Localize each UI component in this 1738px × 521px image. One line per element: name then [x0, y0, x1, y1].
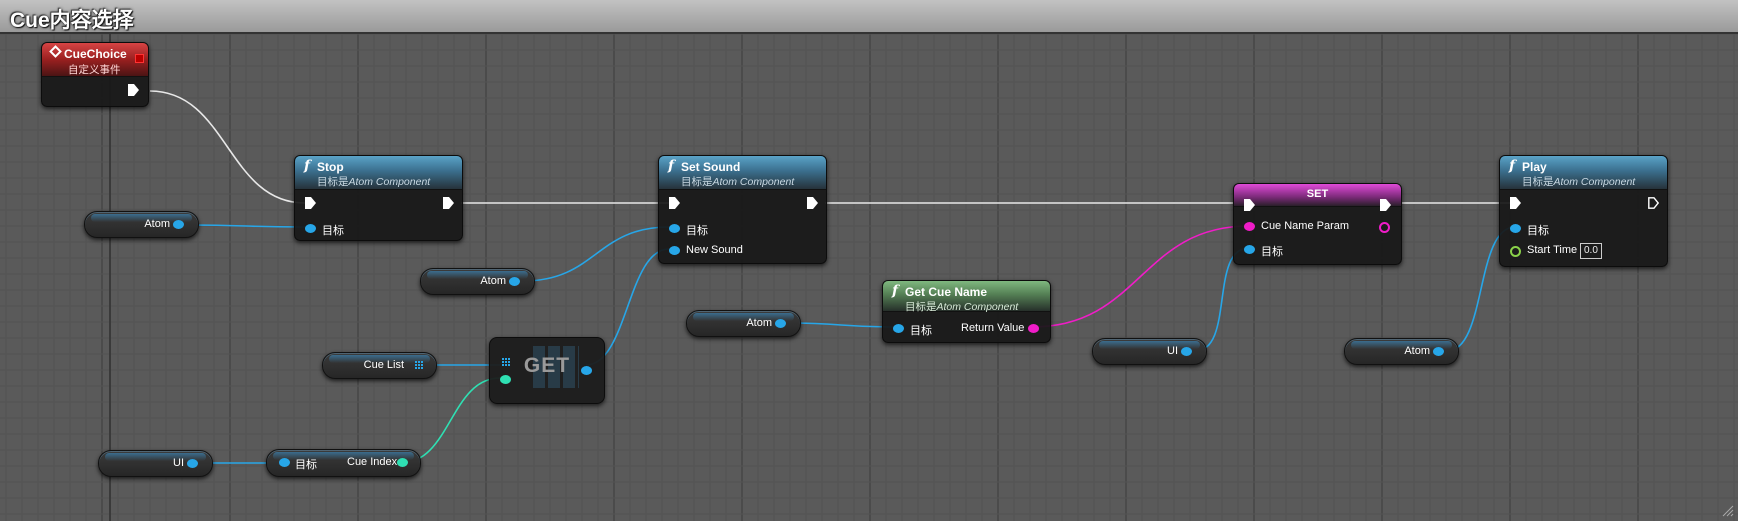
target-pin-label: 目标	[1527, 225, 1549, 237]
ui-variable-getter[interactable]: UI	[98, 450, 213, 477]
resize-grip-icon[interactable]	[1722, 505, 1734, 517]
array-grid-icon[interactable]	[415, 361, 423, 369]
graph-title-bar: Cue内容选择	[0, 0, 1738, 34]
target-pin-label: 目标	[1261, 246, 1283, 258]
set-title: SET	[1306, 188, 1329, 200]
get-cue-name-subtitle: 目标是Atom Component	[905, 301, 1019, 313]
cue-index-out-pin[interactable]	[397, 458, 408, 467]
get-output-pin[interactable]	[581, 366, 592, 375]
play-node-header: f Play 目标是Atom Component	[1500, 156, 1667, 190]
play-title: Play	[1522, 160, 1547, 174]
get-cue-name-node-header: f Get Cue Name 目标是Atom Component	[883, 281, 1050, 313]
event-node-header: CueChoice 自定义事件	[42, 43, 148, 77]
target-pin[interactable]	[1510, 224, 1521, 233]
event-subtitle: 自定义事件	[68, 64, 121, 76]
get-cue-name-function-node[interactable]: f Get Cue Name 目标是Atom Component 目标 Retu…	[882, 280, 1051, 343]
custom-event-node[interactable]: CueChoice 自定义事件	[41, 42, 149, 107]
variable-out-pin[interactable]	[1181, 347, 1192, 356]
play-function-node[interactable]: f Play 目标是Atom Component 目标 Start Time 0…	[1499, 155, 1668, 267]
function-icon: f	[304, 158, 311, 174]
set-sound-function-node[interactable]: f Set Sound 目标是Atom Component 目标 New Sou…	[658, 155, 827, 264]
exec-out-pin[interactable]	[128, 84, 139, 96]
exec-out-pin[interactable]	[807, 197, 818, 209]
exec-in-pin[interactable]	[1510, 197, 1521, 209]
target-pin[interactable]	[305, 224, 316, 233]
new-sound-pin-label: New Sound	[686, 244, 743, 256]
index-pin[interactable]	[500, 375, 511, 384]
stop-function-node[interactable]: f Stop 目标是Atom Component 目标	[294, 155, 463, 241]
atom-variable-getter[interactable]: Atom	[686, 310, 801, 337]
event-diamond-icon	[49, 45, 62, 58]
variable-label: Atom	[480, 275, 506, 287]
variable-out-pin[interactable]	[187, 459, 198, 468]
start-time-pin-label: Start Time	[1527, 244, 1578, 256]
cue-list-variable-getter[interactable]: Cue List	[322, 352, 437, 379]
variable-out-pin[interactable]	[1433, 347, 1444, 356]
cue-index-pin-label: Cue Index	[347, 456, 398, 468]
set-sound-title: Set Sound	[681, 160, 741, 174]
function-icon: f	[892, 283, 899, 299]
cue-name-param-out-pin[interactable]	[1379, 222, 1390, 233]
set-sound-subtitle: 目标是Atom Component	[681, 176, 795, 188]
function-icon: f	[668, 158, 675, 174]
set-variable-node[interactable]: SET Cue Name Param 目标	[1233, 183, 1402, 265]
variable-label: UI	[173, 457, 184, 469]
start-time-input[interactable]: 0.0	[1580, 243, 1602, 259]
exec-out-pin-unconnected[interactable]	[1648, 197, 1659, 209]
variable-out-pin[interactable]	[509, 277, 520, 286]
target-pin[interactable]	[279, 458, 290, 467]
atom-variable-getter[interactable]: Atom	[1344, 338, 1459, 365]
array-get-node[interactable]: GET	[489, 337, 605, 404]
delegate-pin-icon[interactable]	[135, 54, 144, 63]
return-value-pin[interactable]	[1028, 324, 1039, 333]
cue-name-param-pin[interactable]	[1244, 222, 1255, 231]
target-pin[interactable]	[1244, 245, 1255, 254]
target-pin-label: 目标	[910, 325, 932, 337]
exec-out-pin[interactable]	[443, 197, 454, 209]
variable-out-pin[interactable]	[173, 220, 184, 229]
start-time-pin[interactable]	[1510, 246, 1521, 257]
target-pin-label: 目标	[295, 459, 317, 471]
exec-in-pin[interactable]	[669, 197, 680, 209]
variable-label: Cue List	[363, 359, 404, 371]
set-sound-node-header: f Set Sound 目标是Atom Component	[659, 156, 826, 190]
return-value-pin-label: Return Value	[961, 322, 1025, 334]
exec-out-pin[interactable]	[1380, 199, 1391, 211]
target-pin[interactable]	[893, 324, 904, 333]
exec-in-pin[interactable]	[305, 197, 316, 209]
stop-node-header: f Stop 目标是Atom Component	[295, 156, 462, 190]
target-pin-label: 目标	[322, 225, 344, 237]
variable-label: Atom	[144, 218, 170, 230]
set-node-header: SET	[1234, 184, 1401, 207]
array-grid-icon[interactable]	[502, 358, 510, 366]
play-subtitle: 目标是Atom Component	[1522, 176, 1636, 188]
variable-out-pin[interactable]	[775, 319, 786, 328]
graph-grid	[0, 33, 1738, 521]
stop-subtitle: 目标是Atom Component	[317, 176, 431, 188]
cue-name-param-pin-label: Cue Name Param	[1261, 220, 1350, 232]
variable-label: Atom	[746, 317, 772, 329]
atom-variable-getter[interactable]: Atom	[84, 211, 199, 238]
target-pin[interactable]	[669, 224, 680, 233]
ui-variable-getter[interactable]: UI	[1092, 338, 1207, 365]
stop-title: Stop	[317, 160, 344, 174]
variable-label: Atom	[1404, 345, 1430, 357]
event-title: CueChoice	[64, 47, 127, 61]
exec-in-pin[interactable]	[1244, 199, 1255, 211]
atom-variable-getter[interactable]: Atom	[420, 268, 535, 295]
graph-title: Cue内容选择	[10, 9, 134, 32]
cue-index-getter-node[interactable]: 目标 Cue Index	[266, 449, 421, 477]
new-sound-pin[interactable]	[669, 246, 680, 255]
blueprint-graph-canvas[interactable]: Cue内容选择 CueChoice 自定义事件 f Stop 目标是Atom C…	[0, 0, 1738, 521]
target-pin-label: 目标	[686, 225, 708, 237]
get-cue-name-title: Get Cue Name	[905, 285, 988, 299]
function-icon: f	[1509, 158, 1516, 174]
variable-label: UI	[1167, 345, 1178, 357]
